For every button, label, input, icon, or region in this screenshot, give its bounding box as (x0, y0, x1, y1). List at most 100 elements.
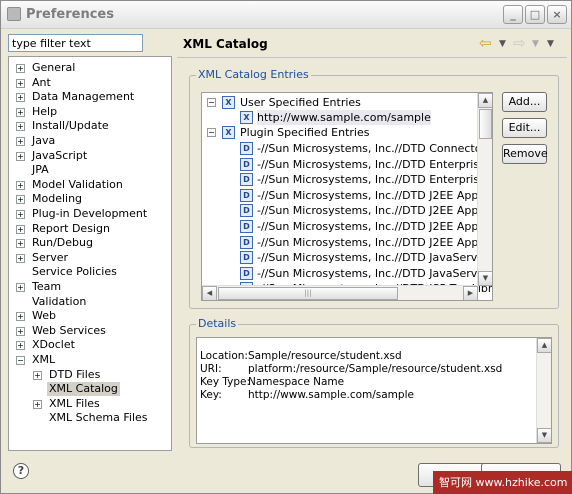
expand-icon[interactable]: + (16, 107, 25, 117)
collapse-icon[interactable]: − (207, 98, 216, 107)
tree-item-label: Web (32, 309, 56, 323)
catalog-entries-group-title: XML Catalog Entries (196, 68, 311, 81)
close-icon[interactable]: × (547, 5, 567, 24)
window-title: Preferences (26, 7, 114, 22)
edit-button[interactable]: Edit... (502, 118, 547, 138)
user-entries-group-row[interactable]: − X User Specified Entries (202, 95, 478, 110)
expand-icon[interactable]: + (16, 312, 25, 322)
details-text-area[interactable]: Location: Sample/resource/student.xsd UR… (196, 337, 552, 444)
preferences-tree: + General + Ant + Data Management + Help + Instal… (8, 56, 172, 451)
catalog-horizontal-scrollbar[interactable]: ◀ ||| ▶ (202, 285, 478, 300)
page-title: XML Catalog (183, 37, 268, 51)
maximize-icon[interactable]: □ (525, 5, 545, 24)
tree-item-label: Plug-in Development (32, 207, 148, 220)
forward-menu-chevron-icon[interactable]: ▼ (532, 39, 539, 49)
expand-icon[interactable]: + (33, 399, 42, 409)
expand-icon[interactable]: + (16, 341, 25, 351)
scroll-down-icon[interactable]: ▼ (537, 428, 551, 443)
tree-item-label: Help (32, 104, 58, 118)
dtd-file-icon: D (240, 173, 253, 187)
catalog-entry-label: -//Sun Microsystems, Inc.//DTD JavaServe… (257, 266, 492, 280)
minimize-icon[interactable]: _ (503, 5, 523, 24)
dtd-file-icon: D (240, 157, 253, 171)
expand-icon[interactable]: + (16, 224, 25, 234)
filter-input[interactable] (8, 34, 143, 52)
plugin-entry-row[interactable]: D -//Sun Microsystems, Inc.//DTD J2EE App… (202, 203, 492, 218)
expand-icon[interactable]: + (33, 370, 42, 380)
tree-item-label: Data Management (32, 90, 135, 104)
expand-icon[interactable]: + (16, 326, 25, 336)
catalog-entry-icon: X (222, 96, 235, 109)
plugin-entry-row[interactable]: D -//Sun Microsystems, Inc.//DTD Enterpri… (202, 157, 492, 172)
tree-item-label: JavaScript (32, 148, 88, 162)
scroll-down-icon[interactable]: ▼ (478, 271, 492, 286)
back-menu-chevron-icon[interactable]: ▼ (499, 39, 506, 49)
details-group: Details Location: Sample/resource/studen… (189, 317, 559, 448)
tree-item-label: Web Services (32, 323, 106, 337)
scroll-right-icon[interactable]: ▶ (463, 286, 478, 300)
tree-item-label: XML Catalog (47, 382, 120, 397)
catalog-vertical-scrollbar[interactable]: ▲ ▼ (477, 93, 492, 286)
catalog-entry-label: Plugin Specified Entries (240, 126, 370, 139)
detail-key-value: http://www.sample.com/sample (248, 389, 414, 401)
horizontal-scroll-thumb[interactable]: ||| (218, 287, 398, 300)
catalog-entry-label: -//Sun Microsystems, Inc.//DTD J2EE Appl… (257, 220, 492, 233)
detail-keytype-label: Key Type: (200, 376, 251, 388)
details-vertical-scrollbar[interactable]: ▲ ▼ (536, 338, 551, 443)
plugin-entry-row[interactable]: D -//Sun Microsystems, Inc.//DTD J2EE App… (202, 235, 492, 250)
expand-icon[interactable]: + (16, 210, 25, 219)
detail-keytype-value: Namespace Name (248, 376, 345, 388)
plugin-entry-row[interactable]: D -//Sun Microsystems, Inc.//DTD Connecto… (202, 141, 492, 156)
details-group-title: Details (196, 317, 239, 330)
expand-icon[interactable]: + (16, 122, 25, 132)
tree-item-label: Validation (32, 294, 87, 308)
collapse-icon[interactable]: − (16, 356, 25, 365)
header-divider (177, 57, 567, 58)
tree-item-label: XDoclet (32, 338, 75, 352)
remove-button[interactable]: Remove (502, 144, 548, 164)
plugin-entries-group-row[interactable]: − X Plugin Specified Entries (202, 125, 478, 140)
view-menu-chevron-icon[interactable]: ▼ (547, 39, 554, 49)
detail-uri-label: URI: (200, 363, 222, 375)
tree-item-label: Install/Update (32, 119, 109, 133)
tree-item-label: Team (32, 280, 62, 293)
user-entry-row[interactable]: Xhttp://www.sample.com/sample (202, 110, 478, 125)
title-bar: Preferences _ □ × (1, 1, 571, 29)
expand-icon[interactable]: + (16, 78, 25, 88)
dtd-file-icon: D (240, 142, 253, 155)
detail-location-label: Location: (200, 350, 248, 362)
expand-icon[interactable]: + (16, 195, 25, 205)
expand-icon[interactable]: + (16, 93, 25, 103)
help-icon[interactable]: ? (13, 463, 29, 479)
expand-icon[interactable]: + (16, 64, 25, 73)
catalog-entry-label: -//Sun Microsystems, Inc.//DTD Connector… (257, 142, 492, 155)
plugin-entry-row[interactable]: D -//Sun Microsystems, Inc.//DTD Enterpri… (202, 172, 492, 187)
plugin-entry-row[interactable]: D -//Sun Microsystems, Inc.//DTD J2EE App… (202, 219, 492, 234)
plugin-entry-row[interactable]: D -//Sun Microsystems, Inc.//DTD JavaServ… (202, 266, 492, 281)
catalog-entry-label: -//Sun Microsystems, Inc.//DTD Enterpris… (257, 173, 492, 187)
expand-icon[interactable]: + (16, 180, 25, 190)
catalog-entry-label: -//Sun Microsystems, Inc.//DTD J2EE Appl… (257, 204, 492, 218)
tree-item-label: DTD Files (49, 367, 101, 381)
add-button[interactable]: Add... (502, 92, 547, 112)
scroll-up-icon[interactable]: ▲ (478, 93, 492, 108)
expand-icon[interactable]: + (16, 283, 25, 292)
plugin-entry-row[interactable]: D -//Sun Microsystems, Inc.//DTD JavaServ… (202, 250, 492, 265)
tree-item-label: Server (32, 250, 69, 264)
back-arrow-icon[interactable]: ⇦ (479, 34, 492, 52)
tree-item-label: Run/Debug (32, 236, 93, 250)
expand-icon[interactable]: + (16, 137, 25, 146)
plugin-entry-row[interactable]: D -//Sun Microsystems, Inc.//DTD J2EE App… (202, 188, 492, 203)
scroll-up-icon[interactable]: ▲ (537, 338, 551, 353)
detail-uri-value: platform:/resource/Sample/resource/stude… (248, 363, 503, 375)
expand-icon[interactable]: + (16, 151, 25, 161)
collapse-icon[interactable]: − (207, 128, 216, 137)
detail-key-label: Key: (200, 389, 222, 401)
catalog-entry-label: -//Sun Microsystems, Inc.//DTD Enterpris… (257, 157, 492, 171)
forward-arrow-icon[interactable]: ⇨ (513, 34, 526, 52)
expand-icon[interactable]: + (16, 239, 25, 249)
detail-location-value: Sample/resource/student.xsd (248, 350, 402, 362)
scroll-thumb[interactable] (479, 109, 492, 139)
expand-icon[interactable]: + (16, 253, 25, 263)
scroll-left-icon[interactable]: ◀ (202, 286, 217, 300)
